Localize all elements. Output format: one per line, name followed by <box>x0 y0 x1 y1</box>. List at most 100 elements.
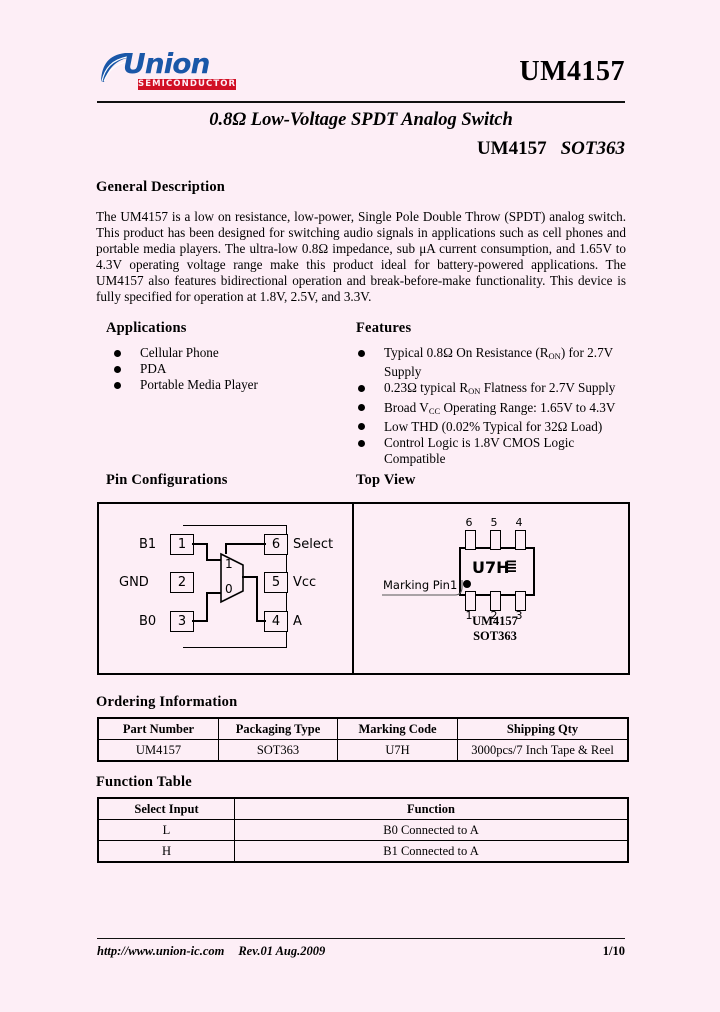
table-header-row: Select Input Function <box>99 799 627 820</box>
applications-item-0: Cellular Phone <box>140 345 219 360</box>
bullet-icon <box>358 404 365 412</box>
page-header: Union SEMICONDUCTOR UM4157 <box>97 48 625 100</box>
table-header-row: Part Number Packaging Type Marking Code … <box>99 719 627 740</box>
pin-label-b1: B1 <box>139 537 157 552</box>
column-header-shipping-qty: Shipping Qty <box>457 719 627 740</box>
header-divider <box>97 101 625 103</box>
package-lead-2 <box>490 591 501 611</box>
top-view-diagram: 6 5 4 1 2 3 U7H ≣ Marking Pin1 UM4157 SO… <box>352 502 630 675</box>
cell-packaging-type: SOT363 <box>218 739 338 760</box>
footer-url[interactable]: http://www.union-ic.com <box>97 944 224 958</box>
features-item-2: Broad VCC Operating Range: 1.65V to 4.3V <box>384 399 616 416</box>
wire-pin3-b <box>206 592 208 622</box>
wire-out-b <box>256 576 258 621</box>
applications-item-2: Portable Media Player <box>140 377 258 393</box>
features-item-1: 0.23Ω typical RON Flatness for 2.7V Supp… <box>384 380 616 397</box>
column-header-marking-code: Marking Code <box>337 719 458 740</box>
ordering-information-heading: Ordering Information <box>96 694 238 710</box>
features-item-3: Low THD (0.02% Typical for 32Ω Load) <box>384 418 603 434</box>
cell-marking-code: U7H <box>337 739 458 760</box>
cell-part-number: UM4157 <box>99 739 219 760</box>
wire-select-a <box>225 543 266 545</box>
document-subtitle: 0.8Ω Low-Voltage SPDT Analog Switch <box>209 110 513 130</box>
list-item: Control Logic is 1.8V CMOS Logic Compati… <box>356 435 624 467</box>
package-lead-3 <box>515 591 526 611</box>
pin-label-gnd: GND <box>119 575 149 590</box>
features-item-0: Typical 0.8Ω On Resistance (RON) for 2.7… <box>384 345 613 380</box>
table-row: L B0 Connected to A <box>99 819 627 841</box>
pin-pad-6: 6 <box>264 534 288 555</box>
function-table-wrapper: Select Input Function L B0 Connected to … <box>97 797 629 863</box>
column-header-part-number: Part Number <box>99 719 219 740</box>
package-part-name: UM4157 <box>472 614 518 628</box>
bullet-icon <box>114 381 121 389</box>
pin-pad-5: 5 <box>264 572 288 593</box>
pin-configurations-heading: Pin Configurations <box>106 472 228 488</box>
cell-function-h: B1 Connected to A <box>234 840 627 861</box>
pin-label-a: A <box>293 614 302 629</box>
applications-heading: Applications <box>106 320 187 336</box>
cell-select-input-h: H <box>99 840 235 861</box>
general-description-heading: General Description <box>96 179 226 195</box>
general-description-body: The UM4157 is a low on resistance, low-p… <box>96 209 626 305</box>
package-pin-number-6: 6 <box>465 516 473 529</box>
ordering-information-table-wrapper: Part Number Packaging Type Marking Code … <box>97 717 629 762</box>
cell-shipping-qty: 3000pcs/7 Inch Tape & Reel <box>457 739 627 760</box>
wire-out-c <box>256 620 266 622</box>
pin-pad-2: 2 <box>170 572 194 593</box>
footer-page-number: 1/10 <box>602 944 625 958</box>
bullet-icon <box>358 384 365 392</box>
package-lead-4 <box>515 530 526 550</box>
function-table: Select Input Function L B0 Connected to … <box>99 799 627 861</box>
cell-function-l: B0 Connected to A <box>234 819 627 841</box>
footer-revision: Rev.01 Aug.2009 <box>238 944 326 958</box>
bullet-icon <box>114 349 121 357</box>
pin-label-vcc: Vcc <box>293 575 317 590</box>
package-pin-number-4: 4 <box>515 516 523 529</box>
package-lead-6 <box>465 530 476 550</box>
features-list: Typical 0.8Ω On Resistance (RON) for 2.7… <box>356 345 624 467</box>
table-row: H B1 Connected to A <box>99 840 627 861</box>
cell-select-input-l: L <box>99 819 235 841</box>
wire-pin1-b <box>206 543 208 560</box>
table-row: UM4157 SOT363 U7H 3000pcs/7 Inch Tape & … <box>99 739 627 760</box>
list-item: Portable Media Player <box>112 377 337 393</box>
list-item: Broad VCC Operating Range: 1.65V to 4.3V <box>356 400 624 419</box>
logo-wordmark: Union <box>123 47 210 80</box>
list-item: 0.23Ω typical RON Flatness for 2.7V Supp… <box>356 380 624 399</box>
pin-pad-4: 4 <box>264 611 288 632</box>
bullet-icon <box>358 439 365 447</box>
list-item: Cellular Phone <box>112 345 337 361</box>
datasheet-page: Union SEMICONDUCTOR UM4157 0.8Ω Low-Volt… <box>0 0 720 1012</box>
mux-input-1-label: 1 <box>225 557 233 571</box>
column-header-function: Function <box>234 799 627 820</box>
ordering-information-table: Part Number Packaging Type Marking Code … <box>99 719 627 760</box>
document-subtitle-package: UM4157 SOT363 <box>97 138 625 160</box>
features-heading: Features <box>356 320 412 336</box>
footer-divider <box>97 938 625 939</box>
top-view-heading: Top View <box>356 472 416 488</box>
features-item-4: Control Logic is 1.8V CMOS Logic Compati… <box>384 435 575 467</box>
marking-pin1-leader-line <box>382 580 463 596</box>
union-semiconductor-logo: Union SEMICONDUCTOR <box>97 48 237 92</box>
function-table-heading: Function Table <box>96 774 192 790</box>
package-marking-symbol: ≣ <box>505 557 518 575</box>
list-item: Typical 0.8Ω On Resistance (RON) for 2.7… <box>356 345 624 380</box>
package-lead-1 <box>465 591 476 611</box>
wire-pin3-a <box>192 620 207 622</box>
wire-pin1-a <box>192 543 207 545</box>
part-number-title: UM4157 <box>519 56 625 87</box>
pin-pad-3: 3 <box>170 611 194 632</box>
bullet-icon <box>114 365 121 373</box>
column-header-select-input: Select Input <box>99 799 235 820</box>
list-item: PDA <box>112 361 337 377</box>
pin-label-b0: B0 <box>139 614 157 629</box>
bullet-icon <box>358 349 365 357</box>
package-marking-code: U7H <box>472 558 510 577</box>
logo-tagline: SEMICONDUCTOR <box>138 79 237 90</box>
mux-input-0-label: 0 <box>225 582 233 596</box>
applications-list: Cellular Phone PDA Portable Media Player <box>112 345 337 394</box>
list-item: Low THD (0.02% Typical for 32Ω Load) <box>356 419 624 435</box>
package-pin-number-5: 5 <box>490 516 498 529</box>
subtitle-package-name: SOT363 <box>560 138 625 159</box>
